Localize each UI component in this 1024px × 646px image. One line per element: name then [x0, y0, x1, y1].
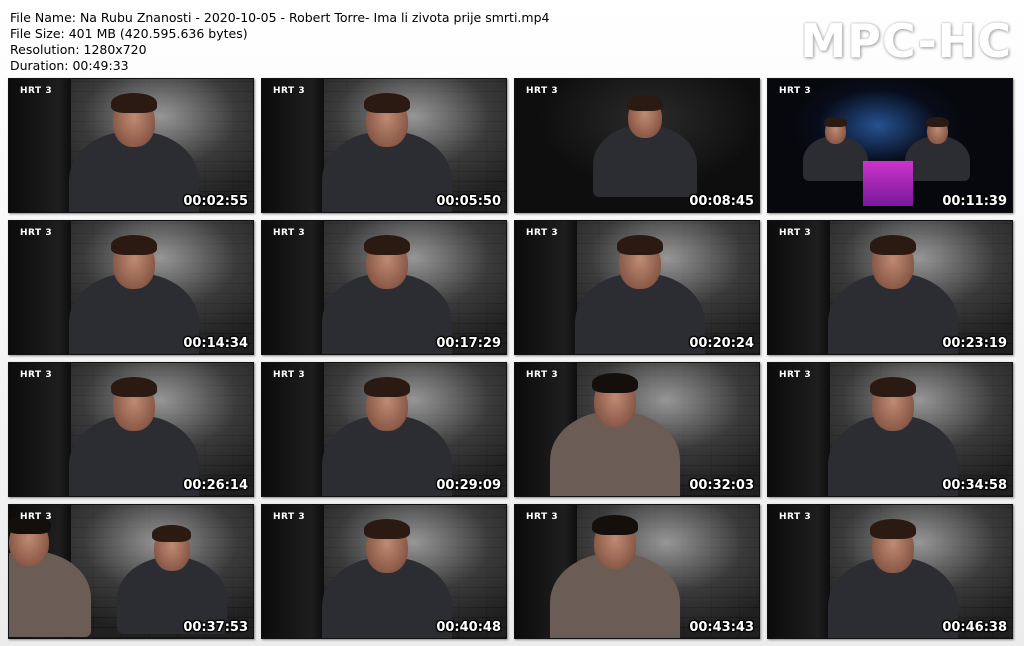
channel-logo: HRT 3 [526, 86, 559, 96]
video-thumbnail: HRT 3 00:17:29 [261, 220, 507, 355]
channel-logo: HRT 3 [20, 512, 53, 522]
video-thumbnail: HRT 3 00:05:50 [261, 78, 507, 213]
channel-logo: HRT 3 [273, 512, 306, 522]
wall-pillar [9, 363, 71, 496]
channel-logo: HRT 3 [779, 370, 812, 380]
channel-logo: HRT 3 [20, 228, 53, 238]
thumbnail-timestamp: 00:34:58 [942, 478, 1007, 493]
file-name: File Name: Na Rubu Znanosti - 2020-10-05… [10, 10, 550, 25]
channel-logo: HRT 3 [779, 86, 812, 96]
wall-pillar [768, 505, 830, 638]
video-thumbnail: HRT 3 00:32:03 [514, 362, 760, 497]
wall-pillar [262, 363, 324, 496]
wall-pillar [768, 221, 830, 354]
channel-logo: HRT 3 [779, 228, 812, 238]
wall-pillar [515, 221, 577, 354]
video-thumbnail: HRT 3 00:02:55 [8, 78, 254, 213]
file-size: File Size: 401 MB (420.595.636 bytes) [10, 26, 248, 41]
channel-logo: HRT 3 [273, 228, 306, 238]
channel-logo: HRT 3 [779, 512, 812, 522]
channel-logo: HRT 3 [273, 86, 306, 96]
video-thumbnail: HRT 3 00:20:24 [514, 220, 760, 355]
thumbnail-timestamp: 00:14:34 [183, 336, 248, 351]
thumbnail-timestamp: 00:43:43 [689, 620, 754, 635]
thumbnail-timestamp: 00:32:03 [689, 478, 754, 493]
channel-logo: HRT 3 [273, 370, 306, 380]
video-thumbnail: HRT 3 00:46:38 [767, 504, 1013, 639]
thumbnail-timestamp: 00:37:53 [183, 620, 248, 635]
thumbnail-timestamp: 00:08:45 [689, 194, 754, 209]
duration: Duration: 00:49:33 [10, 58, 129, 73]
video-thumbnail: HRT 3 00:40:48 [261, 504, 507, 639]
wall-pillar [262, 505, 324, 638]
thumbnail-timestamp: 00:02:55 [183, 194, 248, 209]
thumbnail-timestamp: 00:23:19 [942, 336, 1007, 351]
wall-pillar [9, 221, 71, 354]
wall-pillar [262, 79, 324, 212]
wall-pillar [768, 363, 830, 496]
video-thumbnail: HRT 3 00:14:34 [8, 220, 254, 355]
thumbnail-timestamp: 00:40:48 [436, 620, 501, 635]
channel-logo: HRT 3 [526, 228, 559, 238]
channel-logo: HRT 3 [20, 86, 53, 96]
thumbnail-timestamp: 00:11:39 [942, 194, 1007, 209]
thumbnail-timestamp: 00:17:29 [436, 336, 501, 351]
thumbnail-timestamp: 00:29:09 [436, 478, 501, 493]
thumbnail-timestamp: 00:20:24 [689, 336, 754, 351]
video-thumbnail: HRT 3 00:11:39 [767, 78, 1013, 213]
thumbnail-timestamp: 00:46:38 [942, 620, 1007, 635]
thumbnail-timestamp: 00:05:50 [436, 194, 501, 209]
channel-logo: HRT 3 [526, 370, 559, 380]
video-thumbnail: HRT 3 00:37:53 [8, 504, 254, 639]
resolution: Resolution: 1280x720 [10, 42, 147, 57]
video-thumbnail: HRT 3 00:23:19 [767, 220, 1013, 355]
wall-pillar [9, 79, 71, 212]
channel-logo: HRT 3 [526, 512, 559, 522]
studio-desk [863, 161, 913, 206]
thumbnail-timestamp: 00:26:14 [183, 478, 248, 493]
mpc-hc-logo: MPC-HC [800, 14, 1012, 68]
video-thumbnail: HRT 3 00:08:45 [514, 78, 760, 213]
file-info: File Name: Na Rubu Znanosti - 2020-10-05… [10, 10, 549, 74]
channel-logo: HRT 3 [20, 370, 53, 380]
video-thumbnail: HRT 3 00:34:58 [767, 362, 1013, 497]
video-thumbnail: HRT 3 00:43:43 [514, 504, 760, 639]
wall-pillar [262, 221, 324, 354]
video-thumbnail: HRT 3 00:26:14 [8, 362, 254, 497]
video-thumbnail: HRT 3 00:29:09 [261, 362, 507, 497]
